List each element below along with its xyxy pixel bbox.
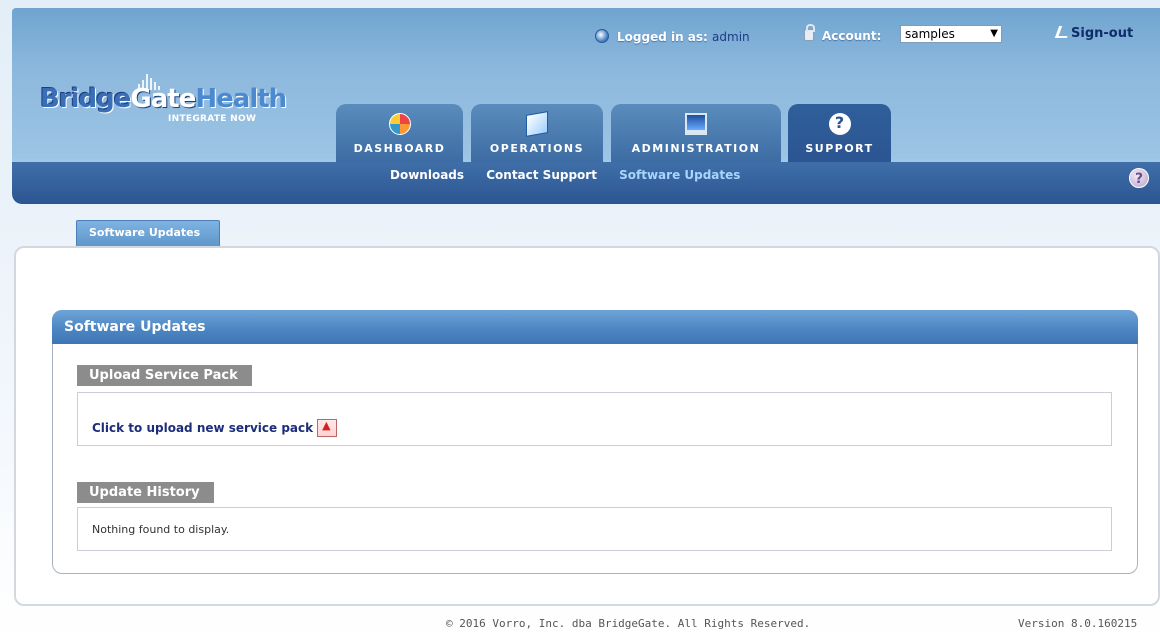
tab-operations[interactable]: OPERATIONS — [471, 104, 603, 162]
bridgegate-logo[interactable]: BridgeGateHealth INTEGRATE NOW — [40, 74, 287, 140]
tab-dashboard-label: DASHBOARD — [353, 142, 446, 155]
account-info: Account: — [804, 24, 882, 43]
page-tab-software-updates[interactable]: Software Updates — [76, 220, 220, 246]
upload-section-body: Click to upload new service pack — [77, 392, 1112, 446]
lock-icon — [804, 24, 815, 41]
subnav-software-updates[interactable]: Software Updates — [619, 168, 740, 182]
logged-in-info: Logged in as: admin — [595, 29, 750, 44]
tab-support[interactable]: ? SUPPORT — [788, 104, 891, 162]
account-select[interactable]: samples ▼ — [900, 25, 1002, 43]
subnav-downloads[interactable]: Downloads — [390, 168, 464, 182]
help-icon: ? — [828, 113, 851, 135]
operations-icon — [526, 111, 548, 137]
logo-text-health: Health — [195, 84, 287, 114]
account-label: Account: — [822, 29, 882, 43]
tab-support-label: SUPPORT — [805, 142, 874, 155]
subnav-contact-support[interactable]: Contact Support — [486, 168, 597, 182]
sub-navigation: Downloads Contact Support Software Updat… — [390, 168, 758, 182]
software-updates-panel: Software Updates Upload Service Pack Cli… — [52, 310, 1138, 574]
content-area: Software Updates Upload Service Pack Cli… — [14, 246, 1160, 606]
upload-service-pack-heading: Upload Service Pack — [77, 365, 252, 386]
logo-bars-graphic — [136, 70, 166, 90]
update-history-body: Nothing found to display. — [77, 507, 1112, 551]
dashboard-icon — [388, 113, 411, 135]
update-history-heading: Update History — [77, 482, 214, 503]
logo-text-bridge: Bridge — [40, 84, 131, 114]
upload-service-pack-link[interactable]: Click to upload new service pack — [92, 419, 338, 437]
tab-administration-label: ADMINISTRATION — [631, 142, 761, 155]
footer-version: Version 8.0.160215 — [1018, 617, 1138, 630]
panel-title: Software Updates — [52, 310, 1138, 344]
footer-copyright: © 2016 Vorro, Inc. dba BridgeGate. All R… — [446, 617, 811, 630]
info-icon — [595, 29, 609, 43]
logged-in-user: admin — [712, 30, 750, 44]
logo-tagline: INTEGRATE NOW — [168, 114, 257, 124]
upload-link-text: Click to upload new service pack — [92, 421, 314, 435]
administration-icon — [685, 113, 707, 135]
signout-link[interactable]: Sign-out — [1054, 26, 1134, 41]
history-empty-message: Nothing found to display. — [92, 523, 230, 536]
tab-dashboard[interactable]: DASHBOARD — [336, 104, 463, 162]
tab-administration[interactable]: ADMINISTRATION — [611, 104, 781, 162]
tab-operations-label: OPERATIONS — [489, 142, 585, 155]
help-question-icon[interactable]: ? — [1129, 168, 1149, 188]
dropdown-arrow-icon: ▼ — [990, 28, 998, 39]
logged-in-label: Logged in as: — [617, 30, 708, 44]
upload-icon[interactable] — [317, 419, 338, 437]
signout-label: Sign-out — [1071, 26, 1134, 41]
account-select-value: samples — [905, 27, 955, 41]
plug-icon — [1054, 26, 1072, 38]
help-glyph: ? — [1134, 171, 1144, 187]
